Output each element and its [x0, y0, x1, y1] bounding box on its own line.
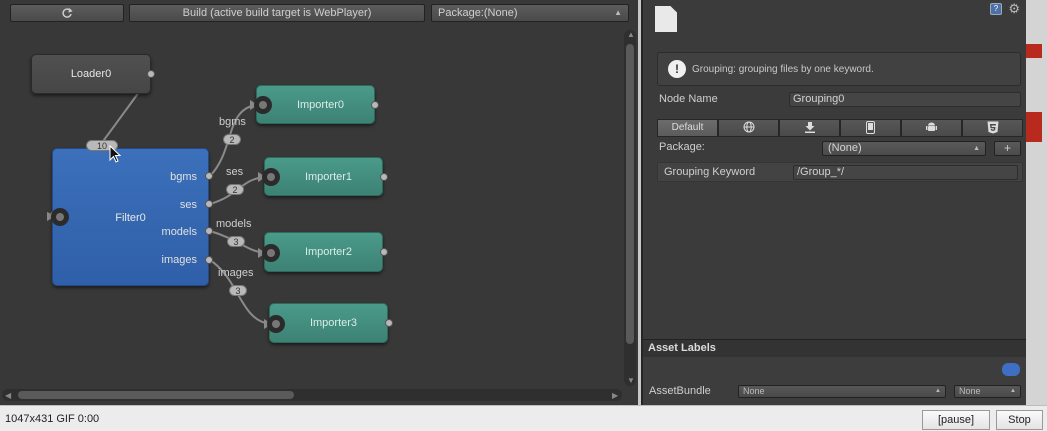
edge-count-badge: 3 [229, 285, 247, 296]
tab-html5[interactable] [962, 119, 1023, 137]
importer3-output-port[interactable] [385, 319, 393, 327]
importer3-input-port[interactable] [267, 315, 285, 333]
tag-icon[interactable] [1002, 363, 1020, 376]
filter-port-label-images: images [161, 254, 197, 266]
importer-node-title: Importer3 [309, 317, 358, 329]
document-icon [655, 6, 677, 32]
importer0-output-port[interactable] [371, 101, 379, 109]
filter-port-label-models: models [161, 226, 197, 238]
assetbundle-variant-value: None [959, 386, 981, 396]
loader-output-port[interactable] [147, 70, 155, 78]
inspector-panel: ? ⚙ ! Grouping: grouping files by one ke… [641, 0, 1026, 405]
info-helpbox: ! Grouping: grouping files by one keywor… [657, 52, 1021, 86]
download-icon [804, 122, 815, 134]
edge-count-badge: 3 [227, 236, 245, 247]
node-name-field[interactable]: Grouping0 [789, 92, 1021, 107]
node-name-label: Node Name [659, 93, 718, 105]
package-label: Package: [659, 141, 705, 153]
scroll-down-arrow-icon[interactable]: ▼ [627, 376, 635, 385]
android-icon [926, 122, 937, 132]
recorder-status-bar: 1047x431 GIF 0:00 [pause] Stop [0, 405, 1047, 431]
filter-output-port-models[interactable] [205, 227, 213, 235]
helpbox-text: Grouping: grouping files by one keyword. [692, 64, 874, 75]
tab-webplayer[interactable] [718, 119, 779, 137]
stop-button[interactable]: Stop [996, 410, 1043, 430]
gear-icon[interactable]: ⚙ [1008, 1, 1020, 17]
scroll-left-arrow-icon[interactable]: ◀ [5, 391, 11, 400]
assetbundle-name-dropdown[interactable]: None ▲ [738, 385, 946, 398]
gif-info-text: 1047x431 GIF 0:00 [5, 413, 100, 425]
importer1-input-port[interactable] [262, 168, 280, 186]
importer-node[interactable]: Importer2 [264, 232, 383, 272]
red-tab-top [1026, 44, 1042, 58]
grouping-keyword-row: Grouping Keyword /Group_*/ [657, 162, 1023, 182]
edge-label-bgms: bgms [219, 116, 246, 128]
package-dropdown-value: (None) [828, 142, 862, 154]
importer-node[interactable]: Importer3 [269, 303, 388, 343]
updown-arrows-icon: ▲ [935, 388, 941, 394]
loader-node-title: Loader0 [70, 68, 112, 80]
filter-output-port-images[interactable] [205, 256, 213, 264]
importer0-input-port[interactable] [254, 96, 272, 114]
inspector-header: ? ⚙ [643, 0, 1026, 40]
importer-node-title: Importer1 [304, 171, 353, 183]
tab-android[interactable] [901, 119, 962, 137]
importer-node[interactable]: Importer1 [264, 157, 383, 196]
filter-input-port[interactable] [51, 208, 69, 226]
filter-node-title: Filter0 [115, 212, 146, 224]
importer-node[interactable]: Importer0 [256, 85, 375, 124]
mobile-icon [866, 120, 875, 134]
edge-label-models: models [216, 218, 252, 230]
grouping-keyword-label: Grouping Keyword [664, 166, 756, 178]
tab-default[interactable]: Default [657, 119, 718, 137]
filter-port-label-ses: ses [179, 199, 197, 211]
horizontal-scrollbar[interactable] [2, 389, 622, 401]
updown-arrows-icon: ▲ [1010, 388, 1016, 394]
add-package-button[interactable]: + [994, 141, 1021, 156]
background-window-edge [1026, 0, 1047, 405]
scroll-right-arrow-icon[interactable]: ▶ [612, 391, 618, 400]
scroll-up-arrow-icon[interactable]: ▲ [627, 30, 635, 39]
edge-label-images: images [218, 267, 254, 279]
horizontal-scrollbar-thumb[interactable] [18, 391, 294, 399]
edge-count-badge: 2 [226, 184, 244, 195]
edge-count-badge: 2 [223, 134, 241, 145]
importer2-input-port[interactable] [262, 244, 280, 262]
pause-button[interactable]: [pause] [922, 410, 990, 430]
graph-editor-panel[interactable]: Build (active build target is WebPlayer)… [0, 0, 638, 405]
tab-standalone[interactable] [779, 119, 840, 137]
importer2-output-port[interactable] [380, 248, 388, 256]
asset-labels-area: AssetBundle None ▲ None ▲ [643, 357, 1026, 405]
filter-output-port-bgms[interactable] [205, 172, 213, 180]
assetbundle-variant-dropdown[interactable]: None ▲ [954, 385, 1021, 398]
importer1-output-port[interactable] [380, 173, 388, 181]
importer-node-title: Importer2 [304, 246, 353, 258]
importer-node-title: Importer0 [296, 99, 345, 111]
globe-icon [743, 121, 754, 133]
assetbundle-label: AssetBundle [649, 385, 711, 397]
html5-icon [987, 121, 998, 134]
assetbundle-name-value: None [743, 386, 765, 396]
info-icon: ! [668, 60, 686, 78]
platform-tabs: Default [657, 119, 1023, 137]
tab-ios[interactable] [840, 119, 901, 137]
filter-port-label-bgms: bgms [170, 171, 197, 183]
package-dropdown[interactable]: (None) ▲ [822, 141, 986, 156]
loader-node[interactable]: Loader0 [31, 54, 151, 94]
help-book-icon[interactable]: ? [990, 3, 1002, 15]
vertical-scrollbar[interactable] [624, 30, 636, 386]
grouping-keyword-field[interactable]: /Group_*/ [793, 165, 1018, 180]
filter-output-port-ses[interactable] [205, 200, 213, 208]
asset-labels-header: Asset Labels [643, 339, 1026, 357]
edge-label-ses: ses [226, 166, 244, 178]
mouse-cursor-icon [109, 145, 122, 163]
updown-arrows-icon: ▲ [973, 145, 980, 152]
vertical-scrollbar-thumb[interactable] [626, 44, 634, 344]
red-tab-middle [1026, 112, 1042, 142]
